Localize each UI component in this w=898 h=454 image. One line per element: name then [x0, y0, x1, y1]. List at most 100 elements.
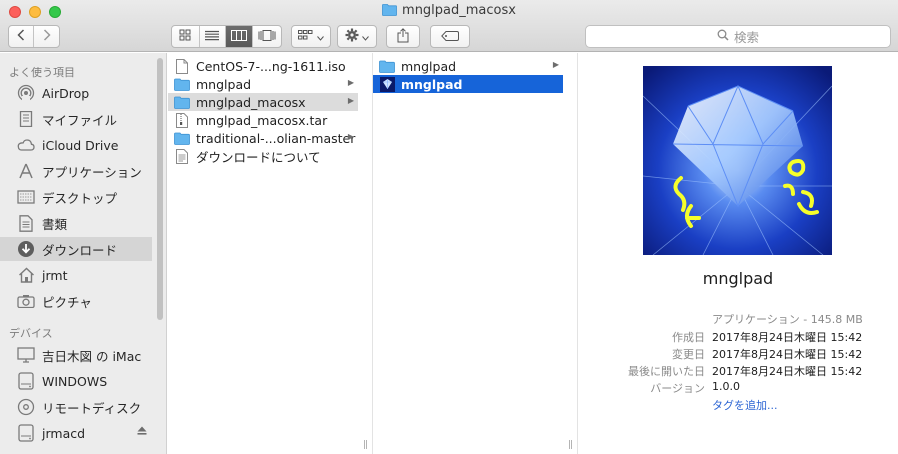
sidebar-item-label: リモートディスク: [42, 400, 142, 416]
sidebar-item-label: デスクトップ: [42, 190, 118, 206]
share-button[interactable]: [386, 25, 420, 48]
sidebar-item-applications[interactable]: アプリケーション: [0, 159, 152, 183]
list-item[interactable]: traditional-...olian-master ▶: [168, 129, 358, 147]
sidebar-item-label: AirDrop: [42, 85, 90, 101]
info-label: 作成日: [672, 331, 705, 344]
column-mnglpad-macosx: mnglpad ▶ mnglpad ||: [373, 53, 578, 454]
sidebar-item-home[interactable]: jrmt: [0, 263, 152, 287]
list-item[interactable]: mnglpad ▶: [168, 75, 358, 93]
sidebar-item-imac[interactable]: 吉日木図 の iMac: [0, 343, 152, 367]
folder-icon: [174, 130, 190, 146]
icon-view-button[interactable]: [172, 26, 200, 47]
share-icon: [397, 27, 409, 46]
preview-file-name: mnglpad: [702, 269, 774, 288]
list-item-label: mnglpad_macosx.tar: [196, 112, 328, 128]
icon-view-icon: [179, 29, 191, 44]
column-resize-handle[interactable]: ||: [568, 440, 573, 450]
file-icon: [174, 58, 190, 74]
disclosure-arrow-icon: ▶: [347, 132, 354, 141]
list-item-selected[interactable]: mnglpad_macosx ▶: [168, 93, 358, 111]
cover-flow-icon: [258, 29, 276, 44]
sidebar-item-label: ピクチャ: [42, 294, 92, 310]
sidebar-item-jrmacd[interactable]: jrmacd: [0, 421, 152, 445]
disclosure-arrow-icon: ▶: [347, 96, 354, 105]
cover-flow-button[interactable]: [253, 26, 281, 47]
list-item[interactable]: mnglpad_macosx.tar: [168, 111, 358, 129]
app-preview-image: [642, 66, 833, 256]
info-value: 2017年8月24日木曜日 15:42: [712, 365, 863, 378]
documents-icon: [17, 214, 35, 232]
list-item-label: mnglpad: [401, 76, 463, 92]
column-view-button[interactable]: [226, 26, 253, 47]
list-item[interactable]: CentOS-7-...ng-1611.iso: [168, 57, 358, 75]
info-value: 2017年8月24日木曜日 15:42: [712, 331, 863, 344]
group-by-icon: [298, 29, 314, 44]
tag-icon: [441, 29, 459, 44]
folder-icon: [382, 4, 397, 20]
sidebar-item-remote-disc[interactable]: リモートディスク: [0, 395, 152, 419]
preview-pane: mnglpad アプリケーション - 145.8 MB 作成日 2017年8月2…: [578, 53, 898, 454]
info-version: バージョン 1.0.0: [578, 380, 898, 397]
tags-button[interactable]: [430, 25, 470, 48]
sidebar-item-label: 吉日木図 の iMac: [42, 348, 142, 364]
sidebar-item-pictures[interactable]: ピクチャ: [0, 289, 152, 313]
folder-icon: [379, 58, 395, 74]
sidebar-item-documents[interactable]: 書類: [0, 211, 152, 235]
chevron-left-icon: [17, 29, 25, 44]
sidebar-item-label: マイファイル: [42, 112, 118, 128]
search-icon: [717, 29, 734, 44]
sidebar-item-label: jrmacd: [42, 425, 86, 441]
forward-button[interactable]: [34, 26, 59, 47]
list-item[interactable]: mnglpad ▶: [373, 57, 563, 75]
sidebar-item-windows[interactable]: WINDOWS: [0, 369, 152, 393]
window-toolbar: mnglpad_macosx 検索: [0, 0, 898, 52]
archive-icon: [174, 112, 190, 128]
add-tags-link[interactable]: タグを追加...: [712, 397, 778, 413]
sidebar-item-airdrop[interactable]: AirDrop: [0, 81, 152, 105]
disk-icon: [17, 372, 35, 390]
chevron-down-icon: [362, 29, 369, 44]
list-item[interactable]: ダウンロードについて: [168, 147, 358, 165]
view-mode-group: [171, 25, 282, 48]
sidebar-item-label: アプリケーション: [42, 164, 142, 180]
sidebar-item-label: ダウンロード: [42, 242, 118, 258]
window-title: mnglpad_macosx: [0, 3, 898, 21]
list-item-label: mnglpad: [196, 76, 252, 92]
app-icon: [379, 76, 395, 92]
sidebar-item-label: WINDOWS: [42, 373, 108, 389]
chevron-down-icon: [317, 29, 324, 44]
folder-icon: [174, 94, 190, 110]
sidebar-item-icloud-drive[interactable]: iCloud Drive: [0, 133, 152, 157]
sidebar-item-desktop[interactable]: デスクトップ: [0, 185, 152, 209]
document-icon: [174, 148, 190, 164]
action-button[interactable]: [337, 25, 377, 48]
info-value: 2017年8月24日木曜日 15:42: [712, 348, 863, 361]
list-view-icon: [205, 29, 220, 44]
info-last-opened: 最後に開いた日 2017年8月24日木曜日 15:42: [578, 363, 898, 380]
list-view-button[interactable]: [200, 26, 227, 47]
disk-icon: [17, 424, 35, 442]
sidebar-scrollbar[interactable]: [157, 58, 163, 320]
desktop-icon: [17, 188, 35, 206]
disclosure-arrow-icon: ▶: [347, 78, 354, 87]
cloud-icon: [17, 136, 35, 154]
info-label: バージョン: [650, 382, 705, 395]
search-field[interactable]: 検索: [585, 25, 891, 48]
eject-icon[interactable]: [137, 426, 147, 438]
computer-icon: [17, 346, 35, 364]
back-button[interactable]: [9, 26, 35, 47]
search-placeholder: 検索: [733, 30, 759, 45]
info-label: 変更日: [672, 348, 705, 361]
column-resize-handle[interactable]: ||: [363, 440, 368, 450]
arrange-button[interactable]: [291, 25, 331, 48]
downloads-icon: [17, 240, 35, 258]
info-created: 作成日 2017年8月24日木曜日 15:42: [578, 329, 898, 346]
list-item-label: CentOS-7-...ng-1611.iso: [196, 58, 346, 74]
sidebar-item-downloads[interactable]: ダウンロード: [0, 237, 152, 261]
sidebar-item-all-files[interactable]: マイファイル: [0, 107, 152, 131]
sidebar-devices-header: デバイス: [9, 327, 53, 340]
window-title-text: mnglpad_macosx: [402, 3, 516, 18]
column-view-icon: [230, 29, 247, 44]
all-files-icon: [17, 110, 35, 128]
list-item-selected[interactable]: mnglpad: [373, 75, 563, 93]
